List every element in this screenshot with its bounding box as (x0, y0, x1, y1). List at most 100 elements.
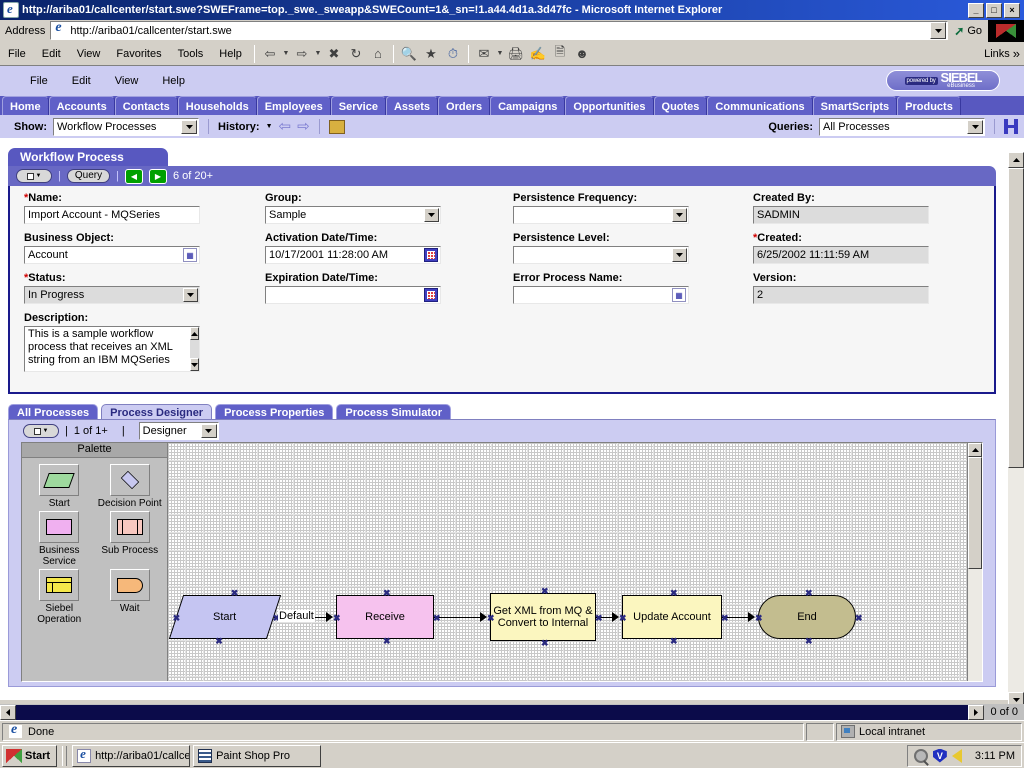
error-process-name-input[interactable]: ▦ (513, 286, 689, 304)
home-icon[interactable]: ⌂ (367, 44, 389, 64)
site-map-icon[interactable] (329, 120, 345, 134)
description-textarea[interactable]: This is a sample workflow process that r… (24, 326, 200, 372)
query-button[interactable]: Query (67, 169, 110, 183)
tab-process-properties[interactable]: Process Properties (215, 404, 333, 420)
flow-node-get-xml[interactable]: Get XML from MQ & Convert to Internal ✖ … (490, 593, 596, 641)
go-button[interactable]: ➚ Go (948, 24, 988, 38)
canvas-scroll-track[interactable] (968, 569, 982, 681)
resize-handle[interactable]: ✖ (487, 615, 495, 621)
siebel-menu-file[interactable]: File (18, 72, 60, 90)
description-scroll-down-icon[interactable] (190, 358, 199, 371)
resize-handle[interactable]: ✖ (433, 615, 441, 621)
resize-handle[interactable]: ✖ (670, 590, 678, 596)
activation-date-input[interactable]: 10/17/2001 11:28:00 AM (265, 246, 441, 264)
flow-connector-receive-getxml[interactable] (434, 617, 484, 618)
search-icon[interactable]: 🔍 (398, 44, 420, 64)
palette-item-siebel-operation[interactable]: Siebel Operation (24, 569, 95, 625)
calendar-icon[interactable] (424, 288, 438, 302)
business-object-picker-icon[interactable]: ▦ (183, 248, 197, 262)
screen-tab-opportunities[interactable]: Opportunities (565, 96, 653, 115)
taskbar-item-browser[interactable]: http://ariba01/callcen... (72, 745, 190, 767)
resize-handle[interactable]: ✖ (855, 615, 863, 621)
queries-dropdown[interactable]: All Processes (819, 118, 985, 136)
page-scroll-thumb[interactable] (1008, 168, 1024, 468)
resize-handle[interactable]: ✖ (670, 638, 678, 644)
resize-handle[interactable]: ✖ (619, 615, 627, 621)
flow-node-receive[interactable]: Receive ✖ ✖ ✖ ✖ (336, 595, 434, 639)
tab-process-simulator[interactable]: Process Simulator (336, 404, 451, 420)
magnifier-icon[interactable] (914, 749, 928, 763)
forward-icon[interactable]: ⇨ (291, 44, 313, 64)
name-input[interactable]: Import Account - MQSeries (24, 206, 200, 224)
screen-tab-quotes[interactable]: Quotes (654, 96, 708, 115)
show-dropdown-icon[interactable] (181, 120, 197, 134)
designer-mode-dropdown-icon[interactable] (201, 424, 217, 438)
screen-tab-accounts[interactable]: Accounts (49, 96, 115, 115)
hscroll-track[interactable] (16, 705, 968, 720)
screen-tab-products[interactable]: Products (897, 96, 961, 115)
history-forward-icon[interactable]: ⇨ (297, 119, 310, 134)
back-icon[interactable]: ⇦ (259, 44, 281, 64)
history-icon[interactable]: ⏱ (442, 44, 464, 64)
refresh-icon[interactable]: ↻ (345, 44, 367, 64)
resize-handle[interactable]: ✖ (541, 640, 549, 646)
palette-item-sub-process[interactable]: Sub Process (95, 511, 166, 567)
business-object-input[interactable]: Account ▦ (24, 246, 200, 264)
flow-node-update-account[interactable]: Update Account ✖ ✖ ✖ ✖ (622, 595, 722, 639)
tab-all-processes[interactable]: All Processes (8, 404, 98, 420)
messenger-icon[interactable]: ☻ (571, 44, 593, 64)
canvas-vertical-scrollbar[interactable] (967, 443, 982, 681)
previous-record-button[interactable]: ◀ (125, 169, 143, 184)
hscroll-left-icon[interactable] (0, 705, 16, 720)
palette-item-business-service[interactable]: Business Service (24, 511, 95, 567)
resize-handle[interactable]: ✖ (595, 615, 603, 621)
description-scroll-up-icon[interactable] (190, 327, 199, 340)
queries-dropdown-icon[interactable] (967, 120, 983, 134)
persistence-frequency-dropdown-icon[interactable] (672, 208, 687, 222)
group-dropdown-icon[interactable] (424, 208, 439, 222)
tab-process-designer[interactable]: Process Designer (101, 404, 212, 420)
ie-menu-edit[interactable]: Edit (34, 46, 69, 62)
resize-handle[interactable]: ✖ (805, 638, 813, 644)
antivirus-shield-icon[interactable] (933, 749, 947, 763)
forward-dropdown-icon[interactable]: ▼ (313, 50, 323, 57)
designer-menu-button[interactable]: ▼ (23, 424, 59, 438)
status-dropdown[interactable]: In Progress (24, 286, 200, 304)
screen-tab-service[interactable]: Service (331, 96, 386, 115)
resize-handle[interactable]: ✖ (721, 615, 729, 621)
screen-tab-employees[interactable]: Employees (257, 96, 331, 115)
address-dropdown-icon[interactable] (930, 22, 946, 39)
resize-handle[interactable]: ✖ (173, 615, 181, 621)
maximize-button[interactable]: □ (986, 3, 1002, 18)
history-back-icon[interactable]: ⇦ (279, 119, 292, 134)
resize-handle[interactable]: ✖ (805, 590, 813, 596)
page-scroll-track[interactable] (1008, 468, 1024, 692)
ie-menu-view[interactable]: View (69, 46, 109, 62)
query-assistant-icon[interactable] (1004, 119, 1018, 134)
stop-icon[interactable]: ✖ (323, 44, 345, 64)
persistence-level-dropdown-icon[interactable] (672, 248, 687, 262)
palette-item-decision-point[interactable]: Decision Point (95, 464, 166, 509)
expiration-date-input[interactable] (265, 286, 441, 304)
close-button[interactable]: × (1004, 3, 1020, 18)
applet-menu-button[interactable]: ▼ (16, 169, 52, 183)
designer-horizontal-scrollbar[interactable]: 0 of 0 (0, 704, 1024, 720)
canvas-scroll-thumb[interactable] (968, 457, 982, 569)
resize-handle[interactable]: ✖ (541, 588, 549, 594)
palette-item-wait[interactable]: Wait (95, 569, 166, 625)
group-dropdown[interactable]: Sample (265, 206, 441, 224)
ie-menu-favorites[interactable]: Favorites (108, 46, 169, 62)
resize-handle[interactable]: ✖ (231, 590, 239, 596)
resize-handle[interactable]: ✖ (215, 638, 223, 644)
screen-tab-households[interactable]: Households (178, 96, 257, 115)
screen-tab-contacts[interactable]: Contacts (115, 96, 178, 115)
description-scrollbar[interactable] (190, 327, 199, 371)
hscroll-right-icon[interactable] (968, 705, 984, 720)
resize-handle[interactable]: ✖ (383, 590, 391, 596)
screen-tab-campaigns[interactable]: Campaigns (490, 96, 565, 115)
calendar-icon[interactable] (424, 248, 438, 262)
designer-mode-dropdown[interactable]: Designer (139, 422, 219, 440)
screen-tab-home[interactable]: Home (2, 96, 49, 115)
status-dropdown-icon[interactable] (183, 288, 198, 302)
siebel-menu-edit[interactable]: Edit (60, 72, 103, 90)
